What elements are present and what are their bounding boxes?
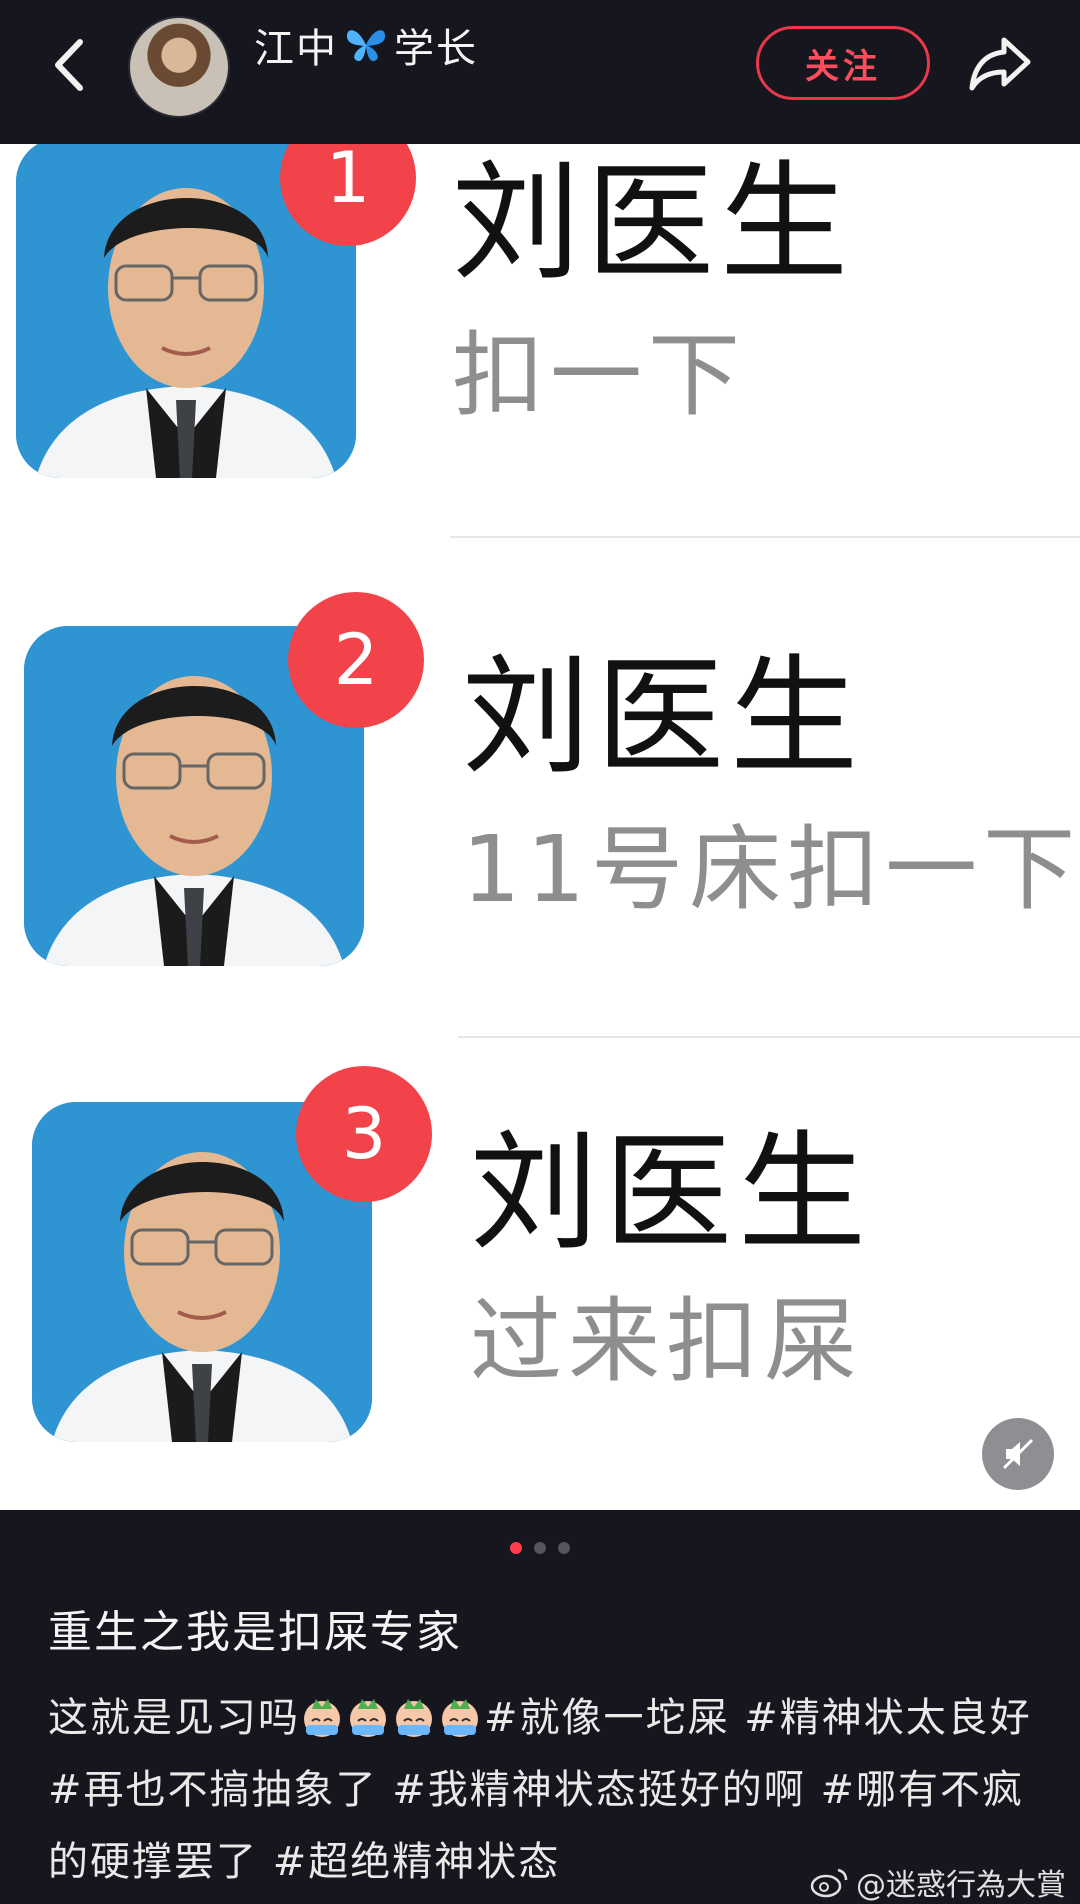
post-title: 重生之我是扣屎专家 <box>48 1607 462 1658</box>
carousel-dot[interactable] <box>534 1542 546 1554</box>
post-header: 江中 学长 关注 <box>0 0 1080 144</box>
post-body-prefix: 这就是见习吗 <box>48 1695 300 1741</box>
contact-name: 刘医生 <box>462 643 865 792</box>
carousel-dot-active[interactable] <box>510 1542 522 1554</box>
crying-emoji-icon <box>442 1699 478 1737</box>
carousel-dot[interactable] <box>558 1542 570 1554</box>
unread-badge: 3 <box>296 1066 432 1202</box>
message-preview: 过来扣屎 <box>470 1288 863 1395</box>
mute-button[interactable] <box>982 1418 1054 1490</box>
divider <box>458 1036 1080 1038</box>
contact-name: 刘医生 <box>452 149 855 298</box>
follow-button[interactable]: 关注 <box>756 26 930 100</box>
author-avatar[interactable] <box>128 16 230 118</box>
speaker-mute-icon <box>1002 1438 1034 1470</box>
divider <box>450 536 1080 538</box>
crying-emoji-icon <box>396 1699 432 1737</box>
watermark: @迷惑行為大賞 <box>810 1860 1066 1904</box>
unread-badge: 2 <box>288 592 424 728</box>
contact-name: 刘医生 <box>470 1119 873 1268</box>
crying-emoji-icon <box>304 1699 340 1737</box>
crying-emoji-icon <box>350 1699 386 1737</box>
back-icon[interactable] <box>40 30 100 100</box>
butterfly-icon <box>346 30 386 62</box>
watermark-text: @迷惑行為大賞 <box>856 1868 1066 1903</box>
message-preview: 扣一下 <box>452 322 747 429</box>
carousel-indicator <box>0 1542 1080 1554</box>
post-image[interactable]: 1 刘医生 扣一下 2 刘医生 11号床扣一下 3 刘医生 过来扣屎 <box>0 144 1080 1510</box>
author-name-right: 学长 <box>394 26 478 72</box>
message-preview: 11号床扣一下 <box>462 816 1080 923</box>
author-name-left: 江中 <box>254 26 338 72</box>
author-name[interactable]: 江中 学长 <box>254 16 478 74</box>
share-icon[interactable] <box>966 32 1036 96</box>
weibo-icon <box>810 1868 848 1898</box>
